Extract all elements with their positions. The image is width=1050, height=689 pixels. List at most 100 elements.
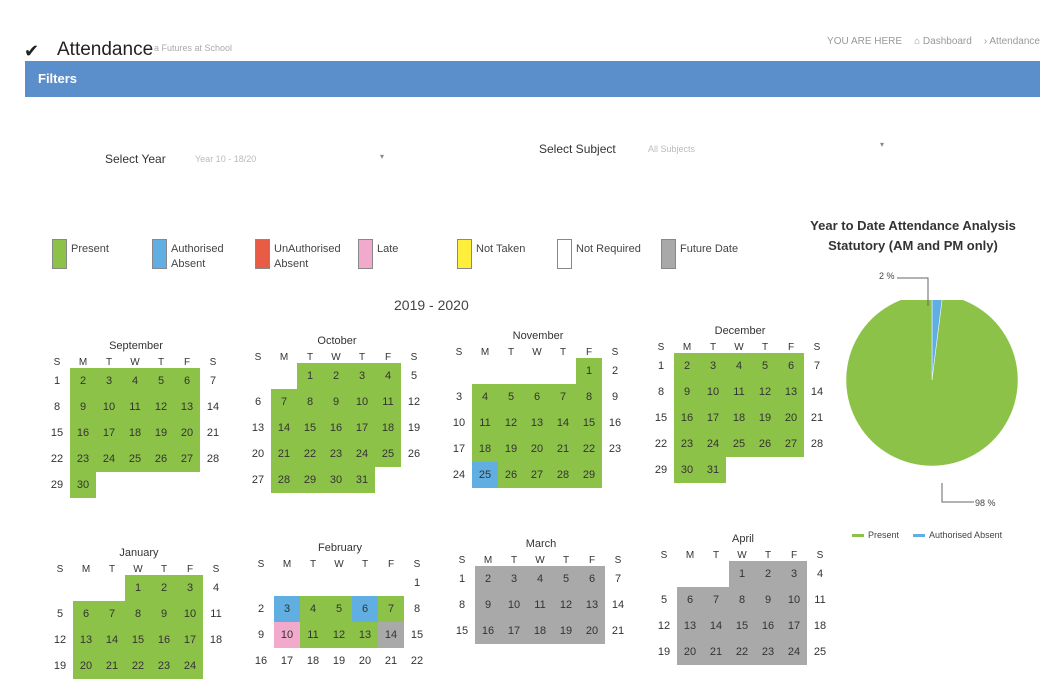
calendar-day[interactable]: 17 <box>781 613 807 639</box>
calendar-day[interactable]: 4 <box>300 596 326 622</box>
calendar-day[interactable]: 18 <box>375 415 401 441</box>
calendar-day[interactable]: 22 <box>729 639 755 665</box>
calendar-day[interactable]: 13 <box>677 613 703 639</box>
calendar-day[interactable]: 31 <box>700 457 726 483</box>
calendar-day[interactable]: 11 <box>300 622 326 648</box>
calendar-day[interactable]: 25 <box>726 431 752 457</box>
calendar-day[interactable]: 26 <box>401 441 427 467</box>
calendar-day[interactable]: 1 <box>449 566 475 592</box>
calendar-day[interactable]: 20 <box>352 648 378 674</box>
calendar-day[interactable]: 7 <box>271 389 297 415</box>
calendar-day[interactable]: 11 <box>726 379 752 405</box>
calendar-day[interactable]: 20 <box>677 639 703 665</box>
calendar-day[interactable]: 31 <box>349 467 375 493</box>
calendar-day[interactable]: 14 <box>703 613 729 639</box>
calendar-day[interactable]: 5 <box>326 596 352 622</box>
calendar-day[interactable]: 9 <box>755 587 781 613</box>
calendar-day[interactable]: 4 <box>375 363 401 389</box>
calendar-day[interactable]: 13 <box>579 592 605 618</box>
calendar-day[interactable]: 21 <box>99 653 125 679</box>
calendar-day[interactable]: 18 <box>203 627 229 653</box>
calendar-day[interactable]: 8 <box>576 384 602 410</box>
calendar-day[interactable]: 13 <box>174 394 200 420</box>
calendar-day[interactable]: 5 <box>651 587 677 613</box>
calendar-day[interactable]: 5 <box>752 353 778 379</box>
calendar-day[interactable]: 14 <box>378 622 404 648</box>
calendar-day[interactable]: 8 <box>648 379 674 405</box>
calendar-day[interactable]: 22 <box>125 653 151 679</box>
calendar-day[interactable]: 10 <box>274 622 300 648</box>
calendar-day[interactable]: 22 <box>576 436 602 462</box>
calendar-day[interactable]: 14 <box>271 415 297 441</box>
calendar-day[interactable]: 12 <box>498 410 524 436</box>
calendar-day[interactable]: 16 <box>475 618 501 644</box>
calendar-day[interactable]: 6 <box>524 384 550 410</box>
calendar-day[interactable]: 26 <box>148 446 174 472</box>
calendar-day[interactable]: 1 <box>44 368 70 394</box>
calendar-day[interactable]: 24 <box>781 639 807 665</box>
calendar-day[interactable]: 10 <box>781 587 807 613</box>
calendar-day[interactable]: 19 <box>553 618 579 644</box>
calendar-day[interactable]: 10 <box>177 601 203 627</box>
calendar-day[interactable]: 21 <box>550 436 576 462</box>
calendar-day[interactable]: 8 <box>125 601 151 627</box>
calendar-day[interactable]: 7 <box>378 596 404 622</box>
calendar-day[interactable]: 10 <box>96 394 122 420</box>
calendar-day[interactable]: 8 <box>729 587 755 613</box>
calendar-day[interactable]: 25 <box>472 462 498 488</box>
calendar-day[interactable]: 10 <box>501 592 527 618</box>
calendar-day[interactable]: 18 <box>122 420 148 446</box>
calendar-day[interactable]: 16 <box>248 648 274 674</box>
calendar-day[interactable]: 19 <box>752 405 778 431</box>
calendar-day[interactable]: 19 <box>498 436 524 462</box>
calendar-day[interactable]: 18 <box>472 436 498 462</box>
calendar-day[interactable]: 7 <box>703 587 729 613</box>
calendar-day[interactable]: 6 <box>677 587 703 613</box>
calendar-day[interactable]: 24 <box>446 462 472 488</box>
calendar-day[interactable]: 20 <box>174 420 200 446</box>
calendar-day[interactable]: 11 <box>807 587 833 613</box>
calendar-day[interactable]: 22 <box>404 648 430 674</box>
calendar-day[interactable]: 14 <box>804 379 830 405</box>
calendar-day[interactable]: 3 <box>781 561 807 587</box>
calendar-day[interactable]: 17 <box>446 436 472 462</box>
calendar-day[interactable]: 11 <box>472 410 498 436</box>
calendar-day[interactable]: 24 <box>700 431 726 457</box>
calendar-day[interactable]: 19 <box>47 653 73 679</box>
calendar-day[interactable]: 19 <box>148 420 174 446</box>
calendar-day[interactable]: 15 <box>576 410 602 436</box>
calendar-day[interactable]: 2 <box>602 358 628 384</box>
calendar-day[interactable]: 22 <box>44 446 70 472</box>
calendar-day[interactable]: 27 <box>778 431 804 457</box>
calendar-day[interactable]: 5 <box>498 384 524 410</box>
calendar-day[interactable]: 3 <box>446 384 472 410</box>
calendar-day[interactable]: 30 <box>70 472 96 498</box>
calendar-day[interactable]: 20 <box>524 436 550 462</box>
calendar-day[interactable]: 20 <box>778 405 804 431</box>
calendar-day[interactable]: 23 <box>755 639 781 665</box>
calendar-day[interactable]: 4 <box>726 353 752 379</box>
calendar-day[interactable]: 21 <box>271 441 297 467</box>
breadcrumb-dashboard[interactable]: ⌂ Dashboard <box>914 36 972 47</box>
calendar-day[interactable]: 25 <box>375 441 401 467</box>
calendar-day[interactable]: 15 <box>449 618 475 644</box>
calendar-day[interactable]: 14 <box>99 627 125 653</box>
calendar-day[interactable]: 9 <box>70 394 96 420</box>
calendar-day[interactable]: 2 <box>475 566 501 592</box>
calendar-day[interactable]: 16 <box>323 415 349 441</box>
calendar-day[interactable]: 3 <box>349 363 375 389</box>
calendar-day[interactable]: 12 <box>752 379 778 405</box>
calendar-day[interactable]: 3 <box>274 596 300 622</box>
calendar-day[interactable]: 18 <box>807 613 833 639</box>
calendar-day[interactable]: 9 <box>602 384 628 410</box>
calendar-day[interactable]: 6 <box>73 601 99 627</box>
calendar-day[interactable]: 14 <box>605 592 631 618</box>
calendar-day[interactable]: 7 <box>99 601 125 627</box>
calendar-day[interactable]: 16 <box>151 627 177 653</box>
calendar-day[interactable]: 12 <box>148 394 174 420</box>
calendar-day[interactable]: 12 <box>47 627 73 653</box>
calendar-day[interactable]: 10 <box>349 389 375 415</box>
calendar-day[interactable]: 19 <box>401 415 427 441</box>
calendar-day[interactable]: 26 <box>752 431 778 457</box>
calendar-day[interactable]: 7 <box>605 566 631 592</box>
